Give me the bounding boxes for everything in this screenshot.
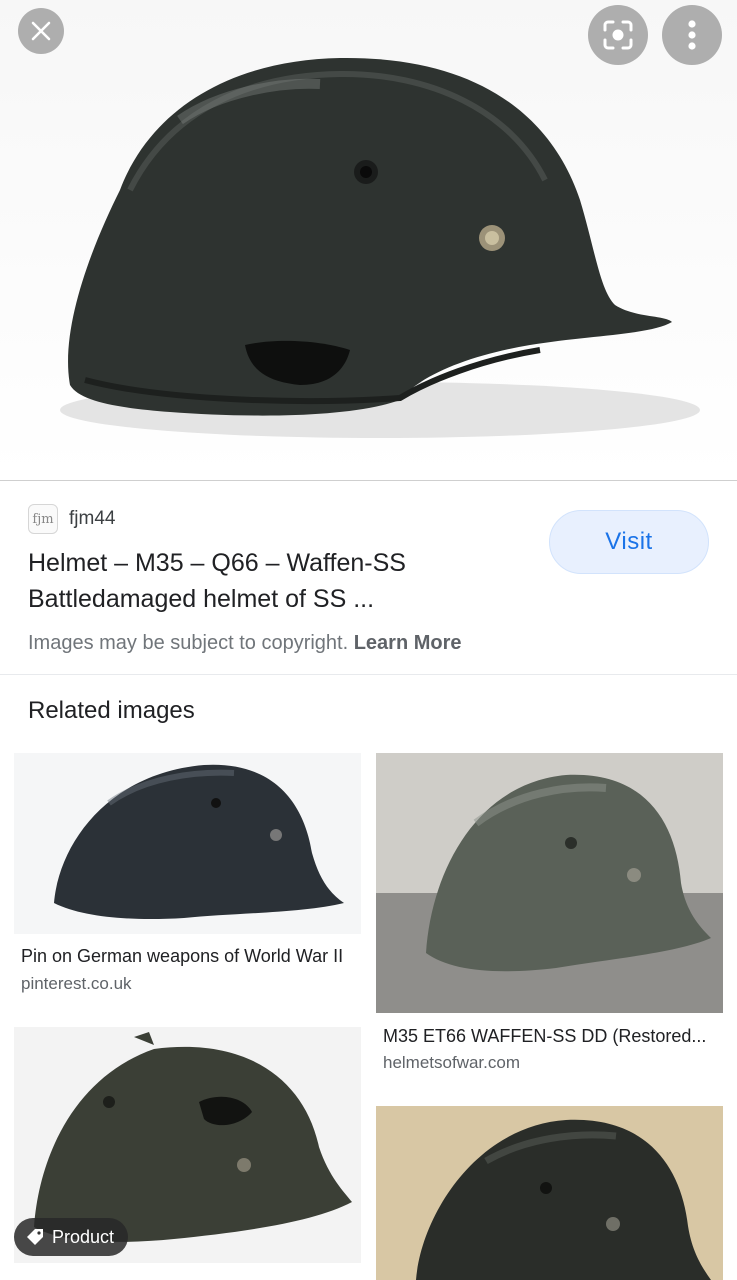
close-button[interactable] — [18, 8, 64, 54]
close-icon — [31, 21, 51, 41]
hero-divider — [0, 480, 737, 481]
section-divider — [0, 674, 737, 675]
learn-more-link[interactable]: Learn More — [354, 632, 462, 654]
copyright-text: Images may be subject to copyright. — [28, 632, 349, 654]
copyright-notice: Images may be subject to copyright. Lear… — [28, 632, 462, 655]
image-viewer-page: fjm fjm44 Helmet – M35 – Q66 – Waffen-SS… — [0, 0, 737, 1280]
source-name: fjm44 — [69, 508, 116, 529]
more-vertical-icon — [688, 20, 696, 50]
related-caption-2[interactable]: M35 ET66 WAFFEN-SS DD (Restored... — [383, 1026, 723, 1047]
more-options-button[interactable] — [662, 5, 722, 65]
source-row[interactable]: fjm fjm44 — [28, 504, 115, 534]
related-caption-1[interactable]: Pin on German weapons of World War II — [21, 946, 361, 967]
related-images-heading: Related images — [28, 697, 195, 724]
source-favicon: fjm — [28, 504, 58, 534]
related-image-1[interactable] — [14, 753, 361, 934]
lens-icon — [603, 20, 633, 50]
hero-image-area — [0, 0, 737, 480]
result-title[interactable]: Helmet – M35 – Q66 – Waffen-SS Battledam… — [28, 545, 528, 617]
lens-button[interactable] — [588, 5, 648, 65]
tag-icon — [26, 1228, 44, 1246]
product-badge: Product — [14, 1218, 129, 1256]
related-image-4[interactable] — [376, 1106, 723, 1280]
related-domain-2: helmetsofwar.com — [383, 1053, 520, 1072]
result-title-line-2: Battledamaged helmet of SS ... — [28, 585, 375, 613]
result-title-line-1: Helmet – M35 – Q66 – Waffen-SS — [28, 549, 406, 577]
hero-image[interactable] — [0, 0, 737, 480]
visit-button[interactable]: Visit — [549, 510, 709, 574]
related-image-2[interactable] — [376, 753, 723, 1013]
product-badge-label: Product — [52, 1226, 115, 1247]
related-domain-1: pinterest.co.uk — [21, 974, 132, 993]
